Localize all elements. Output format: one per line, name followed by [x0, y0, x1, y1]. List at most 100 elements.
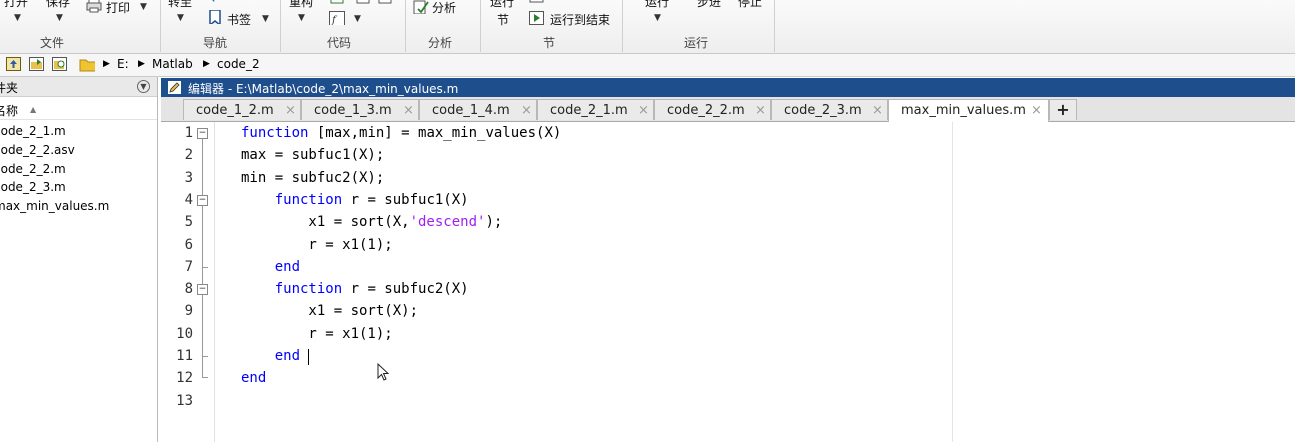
- code-line[interactable]: r = x1(1);: [241, 325, 393, 342]
- column-name-label: 名称: [0, 104, 19, 118]
- bookmark-dropdown-arrow[interactable]: ▼: [262, 14, 269, 24]
- group-label-code: 代码: [327, 36, 352, 50]
- print-button[interactable]: 打印: [106, 0, 130, 16]
- text-caret: [308, 349, 309, 365]
- run-dropdown-arrow[interactable]: ▼: [654, 13, 661, 23]
- tab-close-icon[interactable]: ×: [872, 103, 883, 118]
- tab-close-icon[interactable]: ×: [638, 103, 649, 118]
- file-item[interactable]: code_2_2.asv: [0, 143, 75, 157]
- save-button[interactable]: 保存: [46, 0, 70, 10]
- indent-icon[interactable]: [356, 0, 372, 10]
- breadcrumb-matlab[interactable]: Matlab: [152, 57, 193, 71]
- line-number: 5: [184, 214, 193, 230]
- file-item[interactable]: code_2_3.m: [0, 180, 66, 194]
- code-line[interactable]: end: [241, 348, 300, 364]
- fold-collapse-icon[interactable]: −: [197, 195, 208, 206]
- open-button[interactable]: 打开: [4, 0, 28, 10]
- fold-collapse-icon[interactable]: −: [197, 128, 208, 139]
- goto-button[interactable]: 转至: [168, 0, 192, 10]
- file-item[interactable]: code_2_1.m: [0, 124, 66, 138]
- ribbon-separator: [160, 0, 161, 52]
- code-line[interactable]: x1 = sort(X);: [241, 303, 418, 319]
- code-line[interactable]: r = x1(1);: [241, 237, 392, 253]
- code-line[interactable]: function [max,min] = max_min_values(X): [241, 125, 561, 141]
- tab-code-1-3[interactable]: code_1_3.m ×: [301, 99, 419, 120]
- wrap-icon[interactable]: [378, 0, 394, 10]
- run-section-button[interactable]: 运行: [490, 0, 514, 10]
- tab-close-icon[interactable]: ×: [755, 103, 766, 118]
- group-label-section: 节: [543, 36, 556, 50]
- save-dropdown-arrow[interactable]: ▼: [56, 13, 63, 23]
- tab-max-min-values[interactable]: max_min_values.m ×: [888, 99, 1049, 122]
- ribbon-separator: [622, 0, 623, 52]
- line-number: 1: [184, 125, 193, 141]
- code-line[interactable]: x1 = sort(X,'descend');: [241, 214, 502, 230]
- mouse-pointer-icon: [377, 363, 390, 381]
- code-line[interactable]: function r = subfuc1(X): [241, 192, 469, 208]
- sort-ascending-icon: ▲: [30, 105, 37, 114]
- bookmark-button[interactable]: 书签: [227, 11, 251, 28]
- function-fx-icon[interactable]: f: [329, 11, 345, 25]
- fold-collapse-icon[interactable]: −: [197, 284, 208, 295]
- fx-dropdown-arrow[interactable]: ▼: [354, 14, 361, 24]
- refactor-dropdown-arrow[interactable]: ▼: [298, 13, 305, 23]
- tab-code-2-2[interactable]: code_2_2.m ×: [654, 99, 771, 120]
- line-number: 6: [184, 237, 193, 253]
- advance-icon[interactable]: [529, 0, 545, 6]
- keyword-token: function: [241, 125, 309, 141]
- line-number: 13: [176, 393, 193, 409]
- code-token: r = x1(1);: [241, 325, 393, 342]
- file-item[interactable]: code_2_2.m: [0, 162, 66, 176]
- keyword-token: end: [274, 348, 301, 364]
- line-number: 9: [184, 303, 193, 319]
- tab-close-icon[interactable]: ×: [285, 103, 296, 118]
- code-line[interactable]: max = subfuc1(X);: [241, 147, 384, 163]
- group-label-analyze: 分析: [428, 36, 453, 50]
- run-to-end-button[interactable]: 运行到结束: [550, 11, 610, 28]
- stop-button[interactable]: 停止: [738, 0, 762, 10]
- print-dropdown-arrow[interactable]: ▼: [140, 2, 147, 12]
- line-number-gutter: 1 2 3 4 5 6 7 8 9 10 11 12 13 − − −: [161, 122, 215, 442]
- folder-icon: [79, 59, 95, 72]
- tab-code-2-3[interactable]: code_2_3.m ×: [771, 99, 888, 120]
- line-number: 7: [184, 259, 193, 275]
- goto-dropdown-arrow[interactable]: ▼: [177, 13, 184, 23]
- panel-menu-icon[interactable]: ▼: [137, 80, 150, 93]
- code-line[interactable]: end: [241, 370, 266, 386]
- comment-icon[interactable]: [330, 0, 346, 10]
- step-button[interactable]: 步进: [697, 0, 721, 10]
- find-icon[interactable]: ⟵: [211, 0, 228, 6]
- tab-close-icon[interactable]: ×: [521, 103, 532, 118]
- breadcrumb-drive[interactable]: E:: [117, 57, 129, 71]
- breadcrumb-code-2[interactable]: code_2: [217, 57, 260, 71]
- open-dropdown-arrow[interactable]: ▼: [14, 13, 21, 23]
- code-line[interactable]: min = subfuc2(X);: [241, 170, 384, 186]
- add-tab-button[interactable]: +: [1049, 99, 1077, 120]
- tab-close-icon[interactable]: ×: [403, 103, 414, 118]
- folder-up-icon[interactable]: [6, 57, 22, 72]
- refactor-button[interactable]: 重构: [289, 0, 313, 10]
- browse-folder-icon[interactable]: [29, 57, 45, 72]
- breadcrumb-arrow-icon: ▶: [103, 59, 110, 69]
- file-item[interactable]: max_min_values.m: [0, 199, 109, 213]
- code-line[interactable]: end: [241, 259, 300, 275]
- name-column-header[interactable]: 名称 ▲: [0, 99, 157, 120]
- code-line[interactable]: function r = subfuc2(X): [241, 281, 469, 297]
- line-number: 8: [184, 281, 193, 297]
- tab-label: code_1_4.m: [432, 103, 510, 118]
- advance-button[interactable]: —————: [548, 0, 608, 5]
- analyze-button[interactable]: 分析: [432, 0, 456, 16]
- code-token: );: [485, 214, 503, 231]
- tab-code-1-2[interactable]: code_1_2.m ×: [183, 99, 301, 120]
- code-editor[interactable]: function [max,min] = max_min_values(X)ma…: [215, 122, 1295, 442]
- tab-code-2-1[interactable]: code_2_1.m ×: [537, 99, 654, 120]
- tab-close-icon[interactable]: ×: [1031, 103, 1042, 118]
- bookmark-icon: [209, 10, 221, 24]
- ribbon-separator: [774, 0, 775, 52]
- find-files-icon[interactable]: [52, 57, 68, 72]
- ribbon-separator: [405, 0, 406, 52]
- tab-code-1-4[interactable]: code_1_4.m ×: [419, 99, 537, 120]
- run-button[interactable]: 运行: [645, 0, 669, 10]
